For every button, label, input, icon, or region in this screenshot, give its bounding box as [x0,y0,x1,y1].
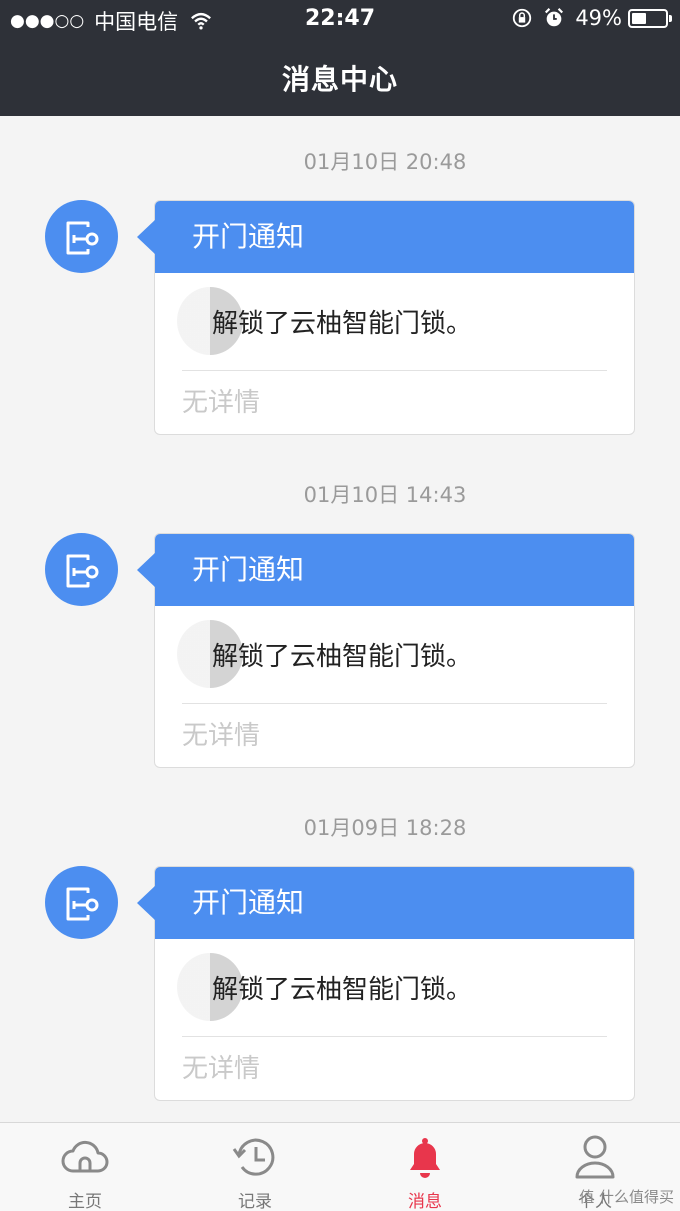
card-title: 开门通知 [192,220,305,253]
message-item: 01月10日 20:48 开门通知 解锁了云柚智能门锁。 无详情 [0,116,680,449]
notification-card[interactable]: 开门通知 解锁了云柚智能门锁。 无详情 [137,200,635,435]
door-unlock-icon [66,221,98,254]
message-item: 01月10日 14:43 开门通知 解锁了云柚智能门锁。 无详情 [0,449,680,782]
message-time: 01月09日 18:28 [303,816,467,840]
top-bar: ●●●○○ 中国电信 22:47 49% 消息中心 [0,0,680,116]
door-unlock-icon [66,554,98,587]
card-pointer [137,552,156,588]
rotation-lock-icon [513,8,532,28]
notification-card[interactable]: 开门通知 解锁了云柚智能门锁。 无详情 [137,533,635,768]
card-body: 解锁了云柚智能门锁。 [177,939,607,1037]
card-title: 开门通知 [192,553,305,586]
card-header: 开门通知 [137,201,634,273]
card-title: 开门通知 [192,886,305,919]
tab-label: 记录 [238,1192,272,1211]
card-header: 开门通知 [137,534,634,606]
notification-card[interactable]: 开门通知 解锁了云柚智能门锁。 无详情 [137,866,635,1101]
message-time: 01月10日 20:48 [303,150,467,174]
message-item: 01月09日 18:28 开门通知 解锁了云柚智能门锁。 无详情 [0,782,680,1115]
door-lock-avatar [45,866,118,939]
door-unlock-icon [66,887,98,920]
card-header: 开门通知 [137,867,634,939]
door-lock-avatar [45,533,118,606]
battery-icon [628,8,672,28]
tab-bar: 主页 记录 消息 个人 值 什么值得买 [0,1122,680,1211]
battery-percent: 49% [575,6,622,30]
page-title: 消息中心 [281,63,398,96]
bell-icon [410,1138,440,1178]
card-pointer [137,885,156,921]
door-lock-avatar [45,200,118,273]
card-detail: 无详情 [182,388,261,418]
message-list[interactable]: 01月10日 20:48 开门通知 解锁了云柚智能门锁。 无详情 01月10日 … [0,116,680,1122]
watermark: 值 什么值得买 [579,1188,674,1206]
tab-messages[interactable]: 消息 [340,1123,510,1211]
cloud-icon [61,1140,109,1173]
tab-home[interactable]: 主页 [0,1123,170,1211]
card-detail: 无详情 [182,721,261,751]
card-message: 解锁了云柚智能门锁。 [212,975,473,1005]
message-time: 01月10日 14:43 [303,483,467,507]
card-detail: 无详情 [182,1054,261,1084]
history-clock-icon [232,1138,275,1176]
card-body: 解锁了云柚智能门锁。 [177,273,607,371]
status-bar: ●●●○○ 中国电信 22:47 49% [0,0,680,38]
tab-records[interactable]: 记录 [170,1123,340,1211]
tab-label: 主页 [68,1192,102,1211]
card-message: 解锁了云柚智能门锁。 [212,642,473,672]
alarm-icon [545,8,564,27]
card-pointer [137,219,156,255]
person-icon [575,1135,615,1179]
card-body: 解锁了云柚智能门锁。 [177,606,607,704]
card-message: 解锁了云柚智能门锁。 [212,309,473,339]
tab-label: 消息 [408,1192,442,1211]
